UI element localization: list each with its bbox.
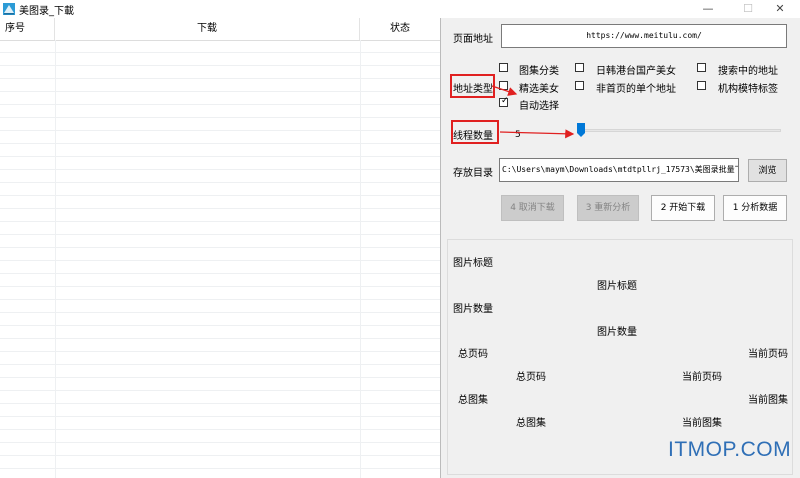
table-row xyxy=(0,144,440,157)
table-row xyxy=(0,196,440,209)
table-row xyxy=(0,456,440,469)
grid-divider xyxy=(360,40,361,478)
table-row xyxy=(0,222,440,235)
total-albums-label: 总图集 xyxy=(458,395,488,406)
pic-title-value: 图片标题 xyxy=(597,281,637,292)
checkbox-label: 图集分类 xyxy=(519,66,559,77)
total-pages-value: 总页码 xyxy=(516,372,546,383)
table-row xyxy=(0,170,440,183)
table-row xyxy=(0,313,440,326)
checkbox-agency-tag[interactable] xyxy=(697,81,706,90)
cancel-download-button[interactable]: 4 取消下载 xyxy=(501,195,564,221)
save-dir-label: 存放目录 xyxy=(453,168,493,179)
current-page-label: 当前页码 xyxy=(748,349,788,360)
table-row xyxy=(0,352,440,365)
analyze-data-button[interactable]: 1 分析数据 xyxy=(723,195,787,221)
table-row xyxy=(0,417,440,430)
checkbox-label: 非首页的单个地址 xyxy=(596,84,676,95)
start-download-button[interactable]: 2 开始下载 xyxy=(651,195,715,221)
table-row xyxy=(0,339,440,352)
save-dir-input[interactable]: C:\Users\maym\Downloads\mtdtpllrj_17573\… xyxy=(499,158,739,182)
total-pages-label: 总页码 xyxy=(458,349,488,360)
title-bar: 美图录_下載 — ☐ ✕ xyxy=(0,0,800,18)
browse-button[interactable]: 浏览 xyxy=(748,159,787,182)
table-row xyxy=(0,118,440,131)
page-url-input[interactable]: https://www.meitulu.com/ xyxy=(501,24,787,48)
table-row xyxy=(0,105,440,118)
column-header-status[interactable]: 状态 xyxy=(360,18,440,40)
reanalyze-button[interactable]: 3 重新分析 xyxy=(577,195,639,221)
minimize-button[interactable]: — xyxy=(688,0,728,18)
table-row xyxy=(0,157,440,170)
checkbox-label: 搜索中的地址 xyxy=(718,66,778,77)
table-row xyxy=(0,443,440,456)
current-album-label: 当前图集 xyxy=(748,395,788,406)
table-row xyxy=(0,79,440,92)
table-row xyxy=(0,274,440,287)
grid-divider xyxy=(55,40,56,478)
table-row xyxy=(0,365,440,378)
watermark: ITMOP.COM xyxy=(668,438,792,461)
table-row xyxy=(0,53,440,66)
pic-title-label: 图片标题 xyxy=(453,258,493,269)
annotation-arrows xyxy=(491,85,575,139)
pic-count-value: 图片数量 xyxy=(597,327,637,338)
table-row xyxy=(0,248,440,261)
table-row xyxy=(0,287,440,300)
download-grid[interactable]: 序号 下载 状态 xyxy=(0,18,441,478)
table-row xyxy=(0,391,440,404)
current-page-value: 当前页码 xyxy=(682,372,722,383)
pic-count-label: 图片数量 xyxy=(453,304,493,315)
column-header-index[interactable]: 序号 xyxy=(0,18,55,40)
column-header-download[interactable]: 下载 xyxy=(55,18,360,40)
table-row xyxy=(0,131,440,144)
table-row xyxy=(0,404,440,417)
grid-header: 序号 下载 状态 xyxy=(0,18,440,41)
total-albums-value: 总图集 xyxy=(516,418,546,429)
checkbox-label: 机构模特标签 xyxy=(718,84,778,95)
threads-slider-track[interactable] xyxy=(580,129,781,132)
checkbox-jkh-beauty[interactable] xyxy=(575,63,584,72)
window-title: 美图录_下載 xyxy=(19,6,74,17)
table-row xyxy=(0,209,440,222)
table-row xyxy=(0,183,440,196)
table-row xyxy=(0,261,440,274)
table-row xyxy=(0,300,440,313)
app-icon xyxy=(3,3,15,15)
table-row xyxy=(0,378,440,391)
table-row xyxy=(0,235,440,248)
table-row xyxy=(0,92,440,105)
current-album-value: 当前图集 xyxy=(682,418,722,429)
table-row xyxy=(0,326,440,339)
table-row xyxy=(0,40,440,53)
table-row xyxy=(0,66,440,79)
checkbox-label: 日韩港台国产美女 xyxy=(596,66,676,77)
table-row xyxy=(0,430,440,443)
page-url-label: 页面地址 xyxy=(453,34,493,45)
checkbox-search-address[interactable] xyxy=(697,63,706,72)
close-button[interactable]: ✕ xyxy=(760,0,800,18)
checkbox-album-category[interactable] xyxy=(499,63,508,72)
